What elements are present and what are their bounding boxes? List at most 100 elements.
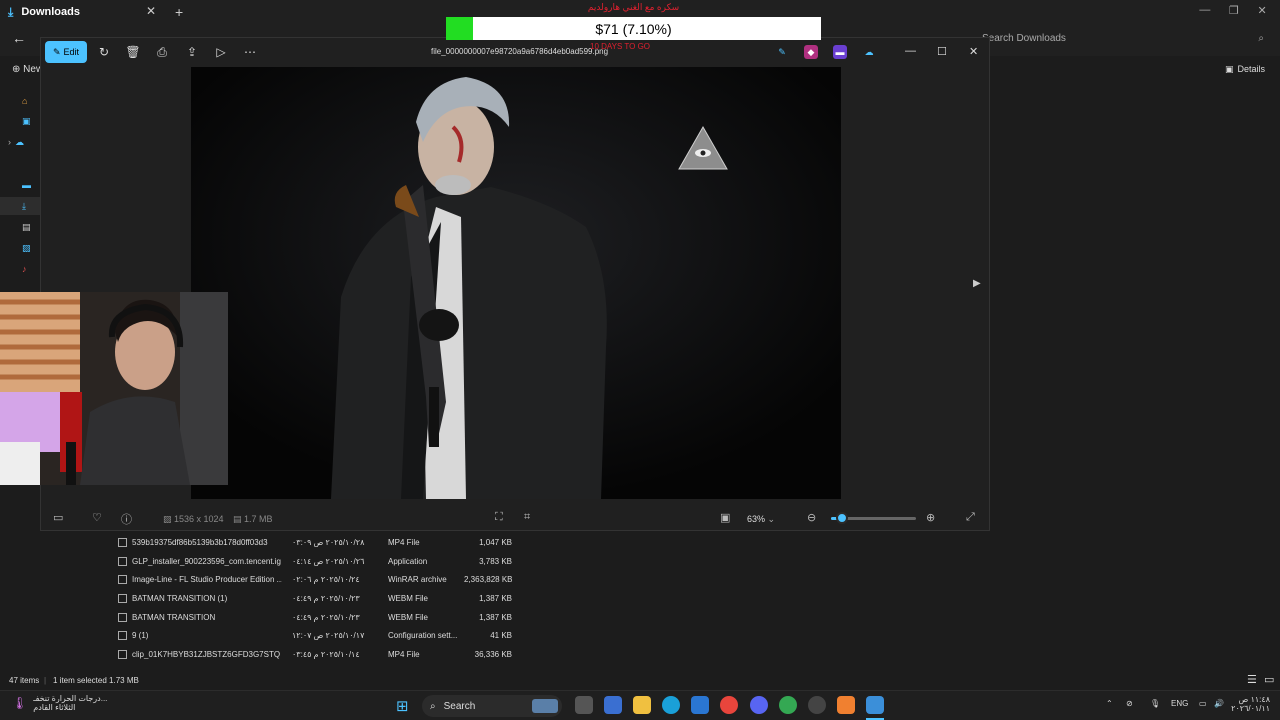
search-icon: ⌕ — [430, 700, 436, 712]
file-date: ٢٠٢٥/١٠/١٤ م ٠٣:٤٥ — [292, 650, 360, 659]
designer-icon[interactable]: ✎ — [775, 45, 789, 59]
file-row[interactable]: GLP_installer_900223596_com.tencent.ig ٢٠… — [114, 553, 524, 571]
obs-icon[interactable] — [808, 696, 826, 714]
language-indicator[interactable]: ENG — [1171, 699, 1188, 708]
onedrive-off-icon[interactable]: ☁ — [862, 45, 876, 59]
file-row[interactable]: 9 (1) ٢٠٢٥/١٠/١٧ ص ١٢:٠٧ Configuration set… — [114, 627, 524, 645]
image-filesize: ▤ 1.7 MB — [233, 514, 273, 525]
fl-studio-icon[interactable] — [837, 696, 855, 714]
file-name: 9 (1) — [132, 631, 149, 640]
weather-headline: درجات الحرارة تنخفـ... — [33, 694, 108, 703]
favorite-icon[interactable]: ♡ — [92, 511, 102, 524]
chrome-icon[interactable] — [720, 696, 738, 714]
documents-icon[interactable]: ▤ — [22, 220, 42, 234]
zoom-slider-thumb[interactable] — [836, 512, 848, 524]
new-tab-icon[interactable]: + — [175, 4, 183, 20]
share-icon[interactable]: ⇪ — [184, 44, 200, 60]
search-input[interactable]: Search Downloads — [982, 33, 1066, 44]
search-highlight-icon — [532, 699, 558, 713]
slideshow-icon[interactable]: ▷ — [213, 44, 229, 60]
store-icon[interactable] — [691, 696, 709, 714]
item-count: 47 items — [9, 676, 40, 685]
delete-icon[interactable]: 🗑 — [125, 44, 141, 60]
search-icon: ⌕ — [1258, 32, 1264, 44]
onedrive-icon[interactable]: › ☁ — [8, 135, 28, 149]
edit-label: Edit — [63, 47, 80, 57]
weather-widget[interactable]: 🌡 درجات الحرارة تنخفـ... الثلاثاء القادم — [12, 694, 107, 712]
restore-icon[interactable]: ❐ — [1229, 4, 1239, 17]
desktop-icon[interactable]: ▬ — [22, 178, 42, 192]
file-row[interactable]: BATMAN TRANSITION (1) ٢٠٢٥/١٠/٢٣ م ٠٤:٤٩ W… — [114, 590, 524, 608]
gallery-icon[interactable]: ▣ — [22, 114, 42, 128]
download-icon: ⤓ — [8, 4, 14, 19]
days-remaining: 10 DAYS TO GO — [590, 42, 651, 51]
file-row[interactable]: Image-Line - FL Studio Producer Edition … — [114, 571, 524, 589]
fullscreen-icon[interactable]: ⤢ — [966, 511, 975, 524]
chevron-down-icon: ⌄ — [767, 514, 776, 524]
close-icon[interactable]: ✕ — [969, 45, 978, 58]
start-icon[interactable]: ⊞ — [396, 697, 409, 715]
edge-icon[interactable] — [662, 696, 680, 714]
downloads-icon[interactable]: ⤓ — [22, 199, 42, 213]
copilot-icon[interactable]: ◆ — [804, 45, 818, 59]
file-row[interactable]: BATMAN TRANSITION ٢٠٢٥/١٠/٢٣ م ٠٤:٤٩ WEBM … — [114, 609, 524, 627]
home-icon[interactable]: ⌂ — [22, 94, 42, 108]
selection-info: 1 item selected 1.73 MB — [53, 676, 139, 685]
details-button[interactable]: ▣ Details — [1225, 64, 1265, 75]
zoom-out-icon[interactable]: ⊖ — [807, 511, 816, 524]
close-tab-icon[interactable]: ✕ — [146, 4, 156, 18]
file-size: 1,047 KB — [479, 538, 512, 547]
close-icon[interactable]: ✕ — [1257, 4, 1266, 17]
file-size: 2,363,828 KB — [464, 575, 512, 584]
new-button[interactable]: ⊕ New — [12, 64, 43, 75]
info-icon[interactable]: ⓘ — [121, 511, 132, 527]
status-bar: 47 items | 1 item selected 1.73 MB ☰ ▭ — [0, 672, 1280, 690]
back-arrow-icon[interactable]: ← — [12, 30, 26, 46]
file-size: 3,783 KB — [479, 557, 512, 566]
search-box[interactable]: Search Downloads ⌕ — [942, 29, 1272, 47]
next-image-icon[interactable]: ▶ — [973, 278, 981, 289]
filmstrip-icon[interactable]: ▭ — [53, 511, 63, 524]
donation-goal-title: سكره مع الغني هارولديم — [587, 2, 680, 12]
tray-overflow-icon[interactable]: ⌃ — [1106, 699, 1113, 708]
network-off-icon[interactable]: ⊘ — [1126, 699, 1133, 708]
crop-scan-icon[interactable]: ⌗ — [524, 511, 530, 524]
file-explorer-icon[interactable] — [633, 696, 651, 714]
taskbar-search[interactable]: ⌕ Search — [422, 695, 562, 717]
file-type: WinRAR archive — [388, 575, 447, 584]
image-canvas[interactable] — [191, 67, 841, 499]
zoom-level[interactable]: 63% ⌄ — [747, 514, 775, 525]
weather-subline: الثلاثاء القادم — [33, 703, 76, 712]
tiles-view-icon[interactable]: ▭ — [1264, 673, 1274, 686]
task-view-icon[interactable] — [575, 696, 593, 714]
volume-icon[interactable]: 🔊 — [1214, 699, 1224, 708]
edit-button[interactable]: ✎ Edit — [45, 41, 87, 63]
zoom-in-icon[interactable]: ⊕ — [926, 511, 935, 524]
visual-search-icon[interactable]: ⛶ — [495, 511, 503, 524]
actual-size-icon[interactable]: ▣ — [720, 511, 730, 524]
details-view-icon[interactable]: ☰ — [1247, 673, 1257, 686]
rotate-icon[interactable]: ↻ — [96, 44, 112, 60]
file-row[interactable]: clip_01K7HBYB31ZJBSTZ6GFD3G7STQ ٢٠٢٥/١٠/١… — [114, 646, 524, 664]
print-icon[interactable]: ⎙ — [154, 44, 170, 60]
tab-downloads[interactable]: ⤓ Downloads — [8, 2, 163, 22]
music-icon[interactable]: ♪ — [22, 262, 42, 276]
monitor-icon[interactable]: ▭ — [1199, 699, 1207, 708]
file-row[interactable]: 539b19375df86b5139b3b178d0ff03d3 ٢٠٢٥/١٠/… — [114, 534, 524, 552]
widgets-icon[interactable] — [604, 696, 622, 714]
more-options-icon[interactable]: ⋯ — [242, 44, 258, 60]
microphone-icon[interactable]: 🎙 — [1150, 699, 1160, 708]
maximize-icon[interactable]: ☐ — [937, 45, 947, 58]
file-date: ٢٠٢٥/١٠/٢٨ ص ٠٣:٠٩ — [292, 538, 365, 547]
clock[interactable]: ١١:٤٨ ص ٢٠٢٦/٠١/١١ — [1228, 695, 1270, 713]
minimize-icon[interactable]: — — [905, 45, 916, 57]
minimize-icon[interactable]: — — [1199, 4, 1210, 17]
clipchamp-icon[interactable]: ▬ — [833, 45, 847, 59]
details-label: Details — [1237, 64, 1266, 74]
pictures-icon[interactable]: ▨ — [22, 241, 42, 255]
chrome-profile-icon[interactable] — [779, 696, 797, 714]
file-size: 36,336 KB — [474, 650, 512, 659]
discord-icon[interactable] — [750, 696, 768, 714]
details-pane-icon: ▣ — [1225, 64, 1234, 74]
photos-app-icon[interactable] — [866, 696, 884, 714]
